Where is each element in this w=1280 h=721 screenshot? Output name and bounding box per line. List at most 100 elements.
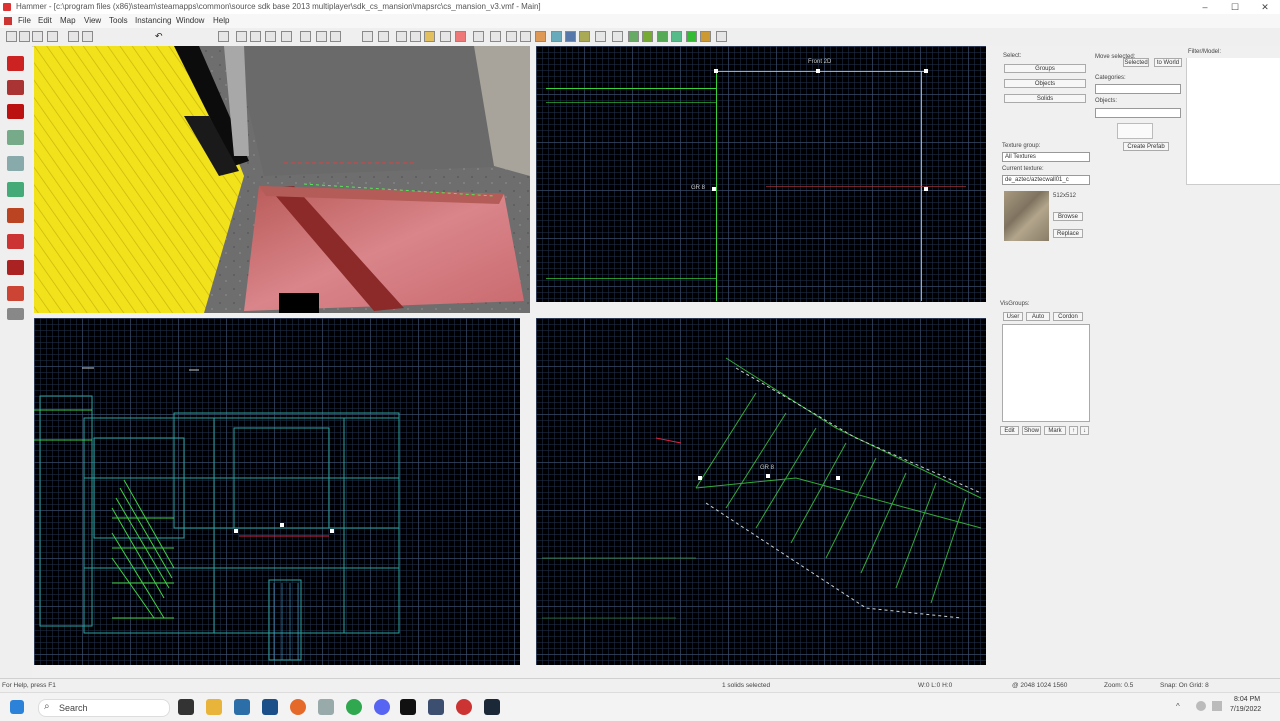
minimize-button[interactable]: – (1190, 0, 1220, 14)
obs-icon[interactable] (400, 699, 416, 715)
menu-help[interactable]: Help (213, 16, 229, 25)
unhide-button[interactable] (281, 31, 292, 42)
texture-button[interactable] (551, 31, 562, 42)
autosave-button[interactable] (490, 31, 501, 42)
block-tool-icon[interactable] (7, 156, 24, 171)
grid-button[interactable] (47, 31, 58, 42)
visgroup-edit-button[interactable]: Edit (1000, 426, 1019, 435)
brush-button[interactable] (535, 31, 546, 42)
displacement-button[interactable] (612, 31, 623, 42)
move-selected-button[interactable]: Selected (1123, 58, 1149, 67)
texture-group-select[interactable]: All Textures (1002, 152, 1090, 162)
cut-button[interactable] (218, 31, 229, 42)
search-box[interactable]: ⌕ Search (38, 699, 170, 717)
texture-app-tool-icon[interactable] (7, 182, 24, 197)
entity-report-button[interactable] (440, 31, 451, 42)
tab-user[interactable]: User (1003, 312, 1023, 321)
carve-button[interactable] (68, 31, 79, 42)
visgroup-button[interactable] (520, 31, 531, 42)
entity-tool-icon[interactable] (7, 130, 24, 145)
group-button[interactable] (82, 31, 93, 42)
vertex-tool-button[interactable] (424, 31, 435, 42)
camera-tool-icon[interactable] (7, 104, 24, 119)
task-view-icon[interactable] (178, 699, 194, 715)
prefab-button[interactable] (642, 31, 653, 42)
visgroup-mark-button[interactable]: Mark (1044, 426, 1066, 435)
apply-texture-tool-icon[interactable] (7, 208, 24, 223)
open-map-button[interactable] (19, 31, 30, 42)
tab-auto[interactable]: Auto (1026, 312, 1050, 321)
handle-tm[interactable] (816, 69, 820, 73)
side-2d-viewport[interactable]: GR 8 (536, 318, 986, 665)
settings-icon[interactable] (318, 699, 334, 715)
path-button[interactable] (657, 31, 668, 42)
menu-view[interactable]: View (84, 16, 101, 25)
maximize-button[interactable]: ☐ (1220, 0, 1250, 14)
objects-select[interactable] (1095, 108, 1181, 118)
show-helpers-button[interactable] (316, 31, 327, 42)
horizontal-splitter[interactable] (34, 313, 986, 318)
handle-ml[interactable] (712, 187, 716, 191)
visgroup-down-button[interactable]: ↓ (1080, 426, 1089, 435)
chrome-icon[interactable] (346, 699, 362, 715)
visgroup-show-button[interactable]: Show (1022, 426, 1041, 435)
paste-button[interactable] (250, 31, 261, 42)
start-icon[interactable] (10, 700, 24, 714)
vertical-splitter[interactable] (530, 46, 536, 666)
select-objects-button[interactable]: Objects (1004, 79, 1086, 88)
last-tool-button[interactable] (716, 31, 727, 42)
replace-button[interactable]: Replace (1053, 229, 1083, 238)
entity-button[interactable] (506, 31, 517, 42)
volume-icon[interactable] (1212, 701, 1222, 711)
tray-chevron-icon[interactable]: ^ (1176, 702, 1180, 711)
texlock-button[interactable] (300, 31, 311, 42)
close-button[interactable]: ✕ (1250, 0, 1280, 14)
selection-tool-icon[interactable] (7, 56, 24, 71)
tab-cordon[interactable]: Cordon (1053, 312, 1083, 321)
menu-tools[interactable]: Tools (109, 16, 128, 25)
menu-edit[interactable]: Edit (38, 16, 52, 25)
record-icon[interactable] (456, 699, 472, 715)
snap-button[interactable] (362, 31, 373, 42)
menu-window[interactable]: Window (176, 16, 204, 25)
smaller-grid-button[interactable] (410, 31, 421, 42)
wifi-icon[interactable] (1196, 701, 1206, 711)
orange-tool-button[interactable] (700, 31, 711, 42)
menu-file[interactable]: File (18, 16, 31, 25)
save-map-button[interactable] (32, 31, 43, 42)
handle-tl[interactable] (714, 69, 718, 73)
check-problems-button[interactable] (455, 31, 466, 42)
cordon-button[interactable] (378, 31, 389, 42)
decal-tool-icon[interactable] (7, 234, 24, 249)
select-solids-button[interactable]: Solids (1004, 94, 1086, 103)
clip-button[interactable] (671, 31, 682, 42)
magnify-tool-icon[interactable] (7, 80, 24, 95)
new-map-button[interactable] (6, 31, 17, 42)
menu-map[interactable]: Map (60, 16, 76, 25)
model-button[interactable] (628, 31, 639, 42)
current-texture-select[interactable]: de_aztec/aztecwall01_c (1002, 175, 1090, 185)
to-world-button[interactable]: to World (1154, 58, 1182, 67)
categories-select[interactable] (1095, 84, 1181, 94)
decal-button[interactable] (595, 31, 606, 42)
lighting-button[interactable] (565, 31, 576, 42)
show-2d-models-button[interactable] (330, 31, 341, 42)
front-2d-viewport[interactable]: Front 2D GR 8 (536, 46, 986, 302)
top-2d-viewport[interactable] (34, 318, 520, 665)
hl2-icon[interactable] (484, 699, 500, 715)
steam-icon[interactable] (262, 699, 278, 715)
hide-button[interactable] (265, 31, 276, 42)
firefox-icon[interactable] (290, 699, 306, 715)
clip-tool-icon[interactable] (7, 260, 24, 275)
larger-grid-button[interactable] (396, 31, 407, 42)
run-map-button[interactable] (473, 31, 484, 42)
vertex-tool-icon[interactable] (7, 286, 24, 301)
handle-tr[interactable] (924, 69, 928, 73)
file-explorer-icon[interactable] (206, 699, 222, 715)
handle-mr[interactable] (924, 187, 928, 191)
browse-button[interactable]: Browse (1053, 212, 1083, 221)
select-groups-button[interactable]: Groups (1004, 64, 1086, 73)
create-prefab-button[interactable]: Create Prefab (1123, 142, 1169, 151)
hammer-icon[interactable] (428, 699, 444, 715)
visgroup-up-button[interactable]: ↑ (1069, 426, 1078, 435)
